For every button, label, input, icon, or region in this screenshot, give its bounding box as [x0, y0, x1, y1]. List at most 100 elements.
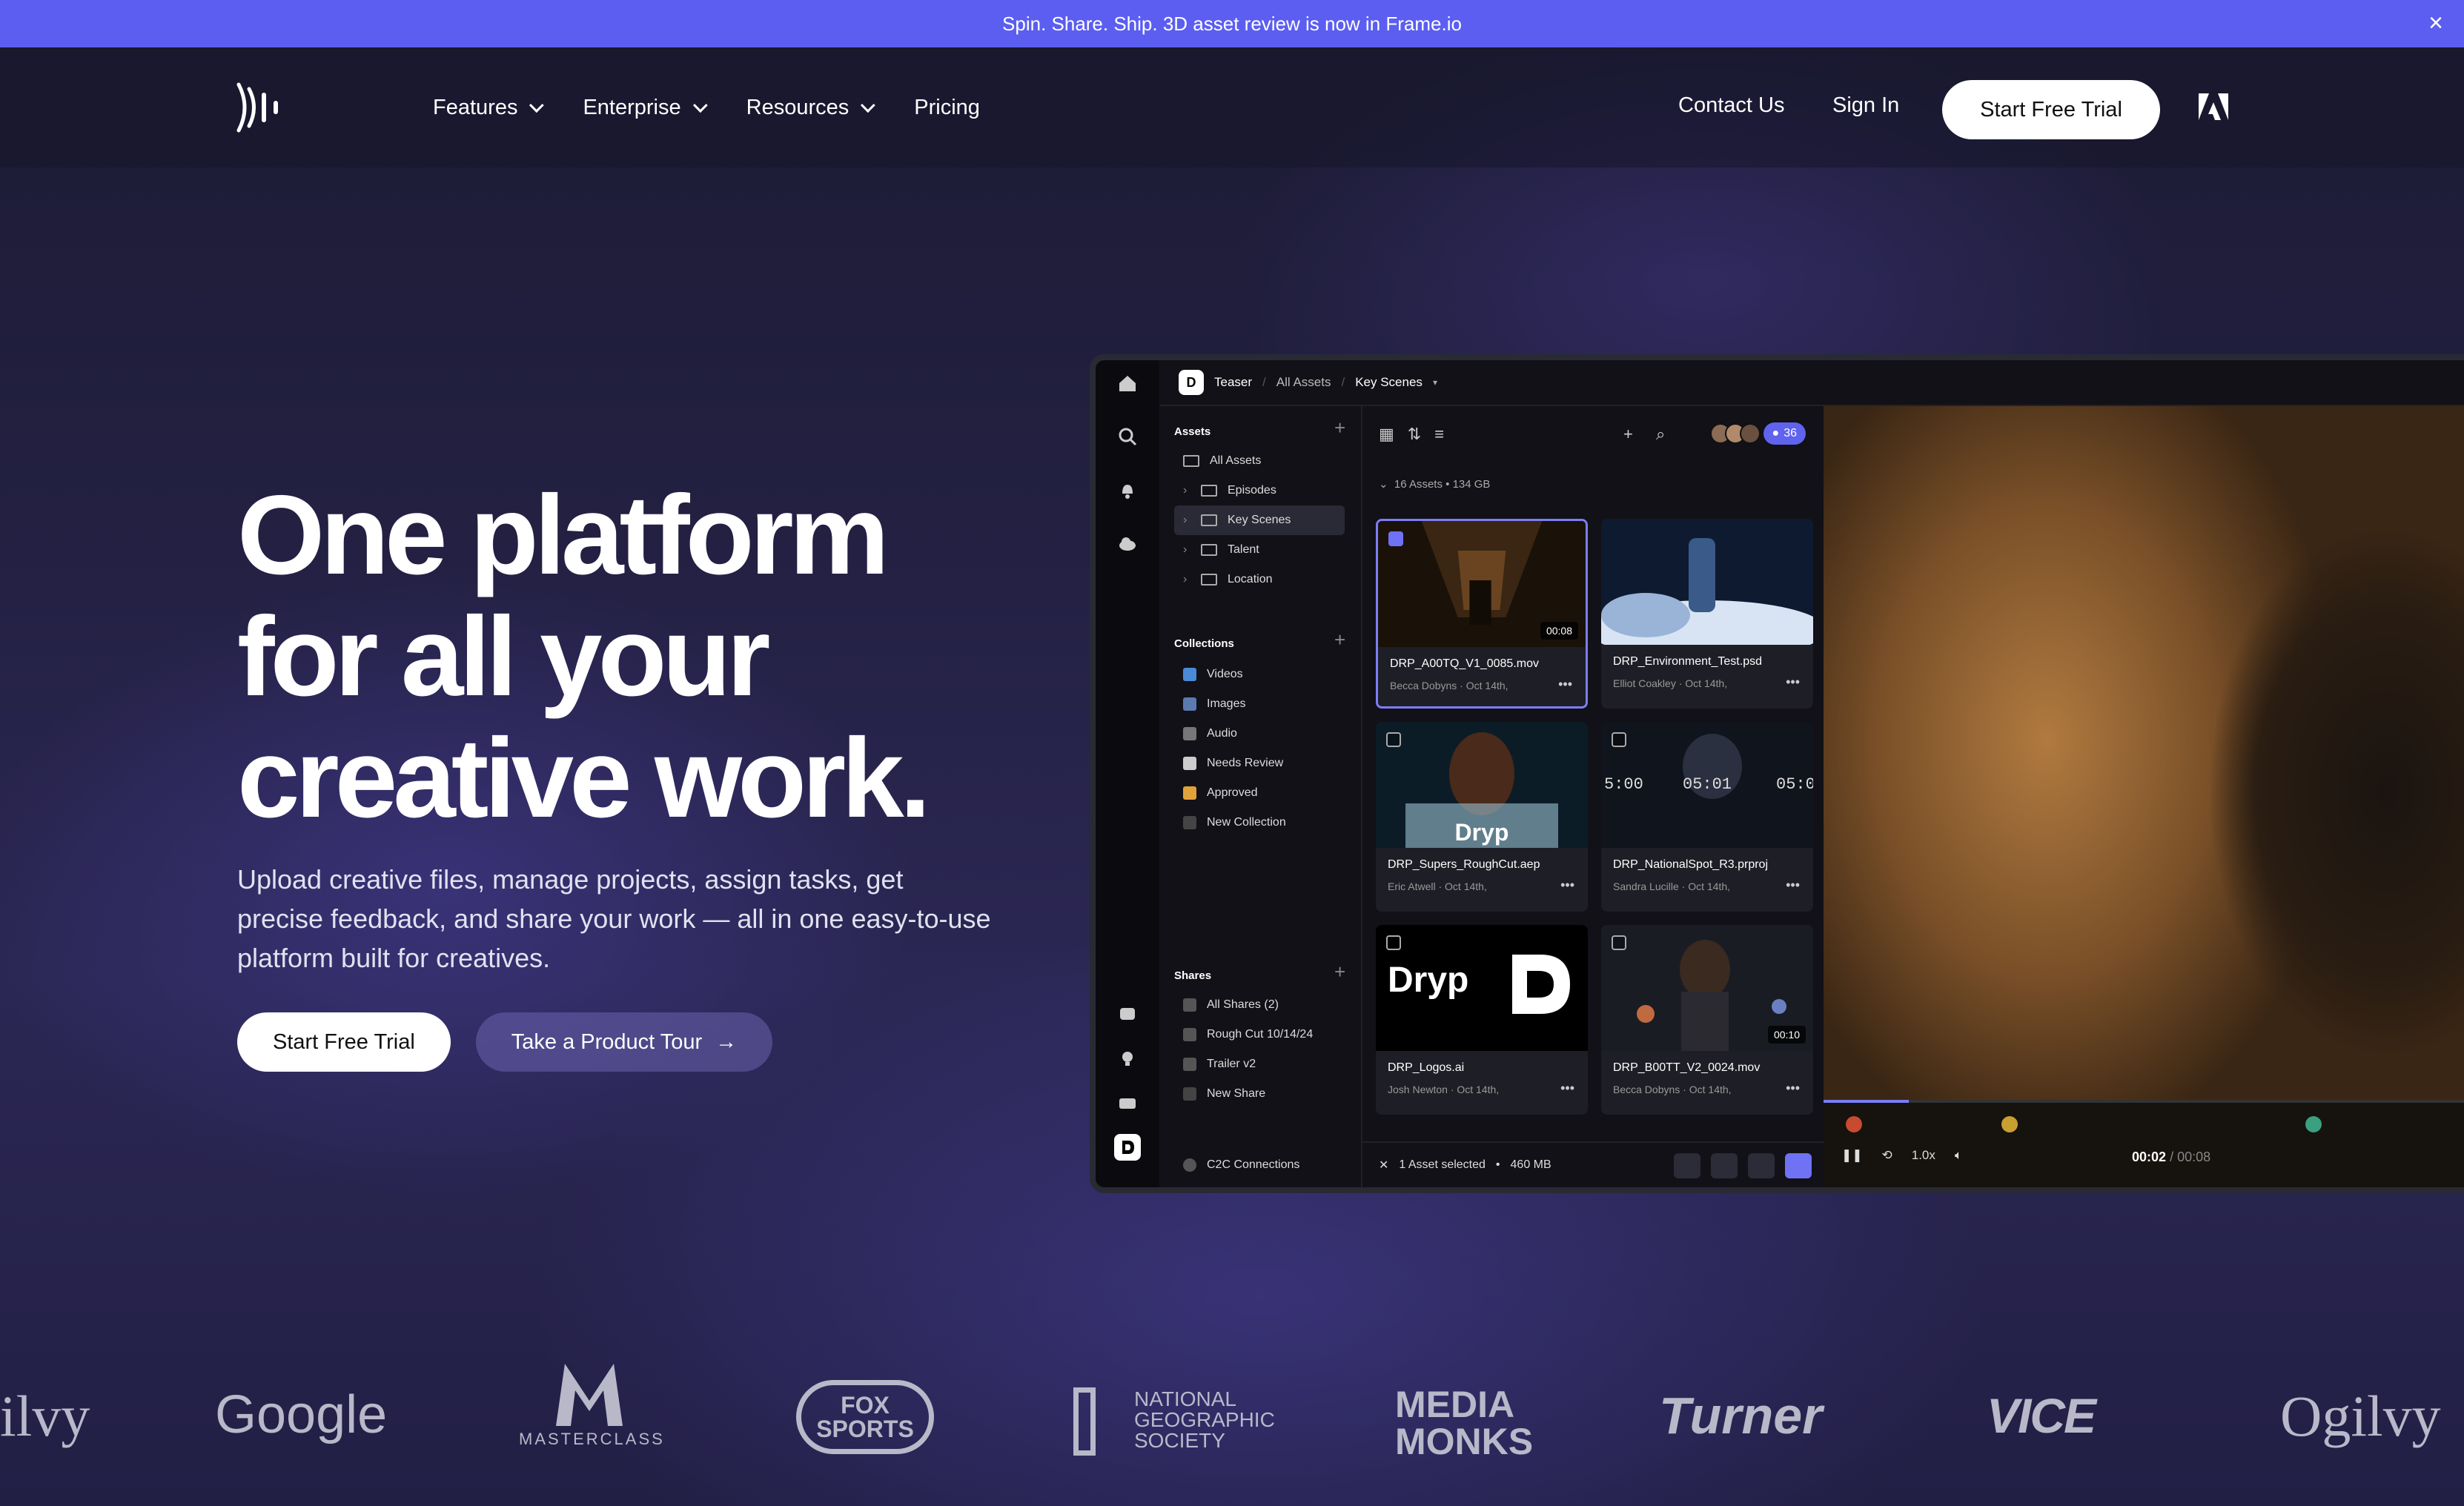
asset-name: DRP_A00TQ_V1_0085.mov — [1390, 657, 1539, 670]
select-checkbox[interactable] — [1386, 732, 1401, 747]
chevron-down-icon[interactable]: ⌄ — [1379, 478, 1388, 491]
assets-size: 134 GB — [1452, 478, 1491, 491]
nav-item-enterprise[interactable]: Enterprise — [583, 96, 708, 120]
asset-card[interactable]: 5:00 05:01 05:0 DRP_NationalSpot_R3.prpr… — [1601, 722, 1813, 912]
select-checkbox[interactable] — [1386, 935, 1401, 950]
sidebar-item-talent[interactable]: › Talent — [1174, 535, 1345, 565]
members[interactable]: ● 36 — [1709, 422, 1806, 445]
duration-badge: 00:10 — [1767, 1026, 1806, 1044]
select-checkbox[interactable] — [1612, 935, 1626, 950]
sort-icon[interactable]: ⇅ — [1408, 425, 1421, 444]
sidebar-item-location[interactable]: › Location — [1174, 565, 1345, 594]
chevron-right-icon[interactable]: › — [1183, 543, 1190, 557]
sidebar-item-all-shares[interactable]: All Shares (2) — [1174, 990, 1345, 1020]
avatar — [1739, 423, 1761, 444]
sidebar-item-all-assets[interactable]: All Assets — [1174, 446, 1345, 476]
playback-speed[interactable]: 1.0x — [1912, 1148, 1935, 1163]
copy-icon[interactable] — [1711, 1153, 1738, 1178]
sidebar-item-trailer[interactable]: Trailer v2 — [1174, 1049, 1345, 1079]
pause-icon[interactable]: ❚❚ — [1841, 1148, 1863, 1163]
select-checkbox[interactable] — [1612, 732, 1626, 747]
sidebar-item-approved[interactable]: Approved — [1174, 778, 1345, 808]
adobe-logo-icon[interactable] — [2199, 93, 2228, 120]
add-share-icon[interactable]: + — [1334, 961, 1345, 983]
nav-item-resources[interactable]: Resources — [746, 96, 875, 120]
sidebar-item-rough-cut[interactable]: Rough Cut 10/14/24 — [1174, 1020, 1345, 1049]
sidebar-item-label: New Collection — [1207, 816, 1286, 829]
frameio-logo-icon[interactable] — [234, 82, 285, 133]
keyboard-icon[interactable] — [1116, 1092, 1139, 1115]
logo-ogilvy: Ogilvy — [2280, 1384, 2441, 1448]
sidebar-item-images[interactable]: Images — [1174, 689, 1345, 719]
sidebar-item-key-scenes[interactable]: › Key Scenes — [1174, 505, 1345, 535]
add-collection-icon[interactable]: + — [1334, 628, 1345, 651]
chevron-down-icon[interactable]: ▾ — [1433, 377, 1437, 388]
timecode[interactable]: 00:02 / 00:08 — [2132, 1150, 2210, 1165]
search-icon[interactable]: ⌕ — [1656, 425, 1665, 444]
breadcrumb-project[interactable]: Teaser — [1214, 375, 1252, 390]
announcement-text[interactable]: Spin. Share. Ship. 3D asset review is no… — [1002, 13, 1462, 36]
breadcrumb-folder[interactable]: All Assets — [1276, 375, 1331, 390]
asset-card[interactable]: 00:10 DRP_B00TT_V2_0024.mov Becca Dobyns… — [1601, 925, 1813, 1115]
sidebar-item-episodes[interactable]: › Episodes — [1174, 476, 1345, 505]
announcement-bar[interactable]: Spin. Share. Ship. 3D asset review is no… — [0, 0, 2464, 47]
more-icon[interactable]: ••• — [1560, 1081, 1574, 1096]
asset-author: Eric Atwell — [1388, 880, 1436, 892]
video-frame[interactable] — [1824, 406, 2464, 1100]
nav-item-pricing[interactable]: Pricing — [914, 96, 980, 120]
lightbulb-icon[interactable] — [1116, 1048, 1139, 1070]
contact-us-link[interactable]: Contact Us — [1678, 93, 1784, 118]
more-icon[interactable]: ••• — [1560, 878, 1574, 893]
sidebar-item-videos[interactable]: Videos — [1174, 660, 1345, 689]
asset-grid: ▦ ⇅ ≡ + ⌕ ● 36 ⌄ 16 Assets • 134 GB 00:0… — [1362, 406, 1824, 1187]
sign-in-link[interactable]: Sign In — [1832, 93, 1899, 118]
download-icon[interactable] — [1748, 1153, 1775, 1178]
sidebar-item-audio[interactable]: Audio — [1174, 719, 1345, 749]
more-icon[interactable]: ••• — [1786, 878, 1800, 893]
search-icon[interactable] — [1116, 425, 1139, 448]
select-checkbox[interactable] — [1388, 531, 1403, 546]
product-tour-button[interactable]: Take a Product Tour → — [475, 1012, 773, 1072]
asset-card[interactable]: 00:08 DRP_A00TQ_V1_0085.mov Becca Dobyns… — [1376, 519, 1588, 709]
nav-start-trial-button[interactable]: Start Free Trial — [1942, 80, 2160, 139]
more-icon[interactable] — [1674, 1153, 1700, 1178]
bell-icon[interactable] — [1116, 479, 1139, 501]
more-icon[interactable]: ••• — [1786, 1081, 1800, 1096]
share-icon[interactable] — [1785, 1153, 1812, 1178]
more-icon[interactable]: ••• — [1558, 677, 1572, 692]
sidebar-item-label: Talent — [1228, 543, 1259, 556]
playback-scrubber[interactable] — [1824, 1100, 2464, 1103]
chevron-right-icon[interactable]: › — [1183, 573, 1190, 586]
add-asset-icon[interactable]: + — [1334, 417, 1345, 439]
chevron-down-icon — [692, 98, 708, 113]
logo-vice: VICE — [1987, 1388, 2096, 1443]
asset-card[interactable]: DRP_Environment_Test.psd Elliot Coakley … — [1601, 519, 1813, 709]
asset-card[interactable]: Dryp DRP_Supers_RoughCut.aep Eric Atwell… — [1376, 722, 1588, 912]
close-icon[interactable]: × — [2428, 10, 2443, 36]
asset-card[interactable]: Dryp DRP_Logos.ai Josh Newton · Oct 14th… — [1376, 925, 1588, 1115]
sidebar-item-new-share[interactable]: New Share — [1174, 1079, 1345, 1109]
chevron-right-icon[interactable]: › — [1183, 484, 1190, 497]
total-time: / 00:08 — [2170, 1150, 2211, 1164]
sidebar-item-c2c[interactable]: C2C Connections — [1174, 1150, 1345, 1180]
more-icon[interactable]: ••• — [1786, 674, 1800, 690]
sidebar-item-new-collection[interactable]: New Collection — [1174, 808, 1345, 837]
logo-google: Google — [215, 1385, 388, 1444]
chevron-right-icon[interactable]: › — [1183, 514, 1190, 527]
breadcrumb-current[interactable]: Key Scenes — [1355, 375, 1423, 390]
volume-icon[interactable]: 🔈︎ — [1955, 1148, 1962, 1163]
member-count-badge[interactable]: ● 36 — [1763, 422, 1806, 445]
start-free-trial-button[interactable]: Start Free Trial — [237, 1012, 451, 1072]
grid-view-icon[interactable]: ▦ — [1379, 425, 1394, 444]
home-icon[interactable] — [1116, 372, 1139, 394]
nav-item-features[interactable]: Features — [433, 96, 545, 120]
help-icon[interactable] — [1116, 1004, 1139, 1026]
cloud-upload-icon[interactable] — [1116, 532, 1139, 554]
sidebar-item-needs-review[interactable]: Needs Review — [1174, 749, 1345, 778]
filter-icon[interactable]: ≡ — [1434, 425, 1444, 444]
add-icon[interactable]: + — [1623, 425, 1633, 444]
project-badge[interactable]: D — [1179, 370, 1204, 395]
close-icon[interactable]: ✕ — [1379, 1158, 1388, 1172]
loop-icon[interactable]: ⟲ — [1882, 1148, 1892, 1163]
account-icon[interactable] — [1114, 1134, 1141, 1161]
